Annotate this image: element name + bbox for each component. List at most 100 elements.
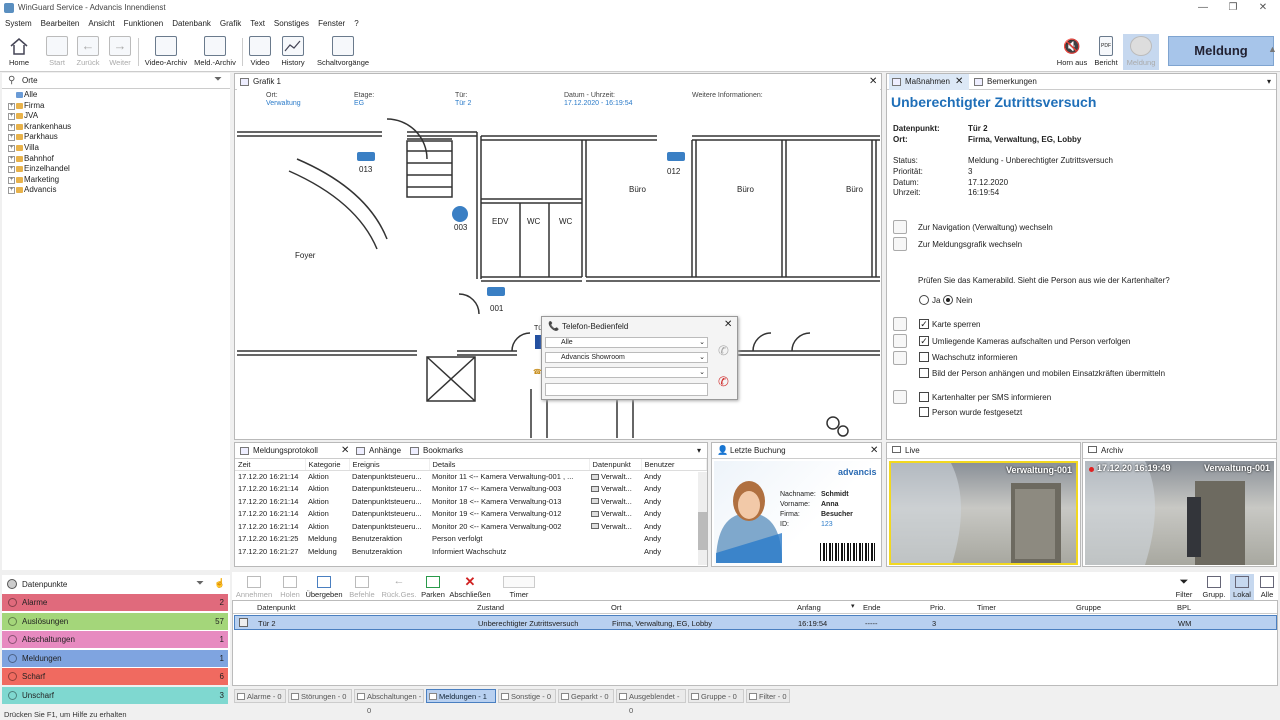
meldung-button[interactable]: Meldung	[1168, 36, 1274, 66]
datapoint-auslösungen[interactable]: Auslösungen 57	[2, 612, 228, 630]
datapoint-abschaltungen[interactable]: Abschaltungen 1	[2, 631, 228, 649]
radio-nein[interactable]	[943, 295, 953, 305]
col-anfang[interactable]: Anfang	[797, 603, 821, 612]
col-ort[interactable]: Ort	[611, 603, 621, 612]
log-row[interactable]: 17.12.20 16:21:25 Meldung Benutzeraktion Pe…	[235, 533, 707, 546]
video-archive-button[interactable]: Video-Archiv	[143, 36, 189, 67]
log-row[interactable]: 17.12.20 16:21:14 Aktion Datenpunktsteueru…	[235, 495, 707, 508]
col-bpl[interactable]: BPL	[1177, 603, 1191, 612]
pickup-icon[interactable]: ✆	[712, 338, 735, 364]
rueckges-button[interactable]: ← Rück.Ges.	[380, 576, 418, 600]
datapoint-unscharf[interactable]: Unscharf 3	[2, 687, 228, 704]
close-graphic-icon[interactable]: ✕	[869, 76, 877, 87]
checkbox-karte-sperren[interactable]: ✓	[919, 319, 929, 329]
report-button[interactable]: PDF Bericht	[1092, 36, 1120, 67]
menu-system[interactable]: System	[0, 16, 36, 28]
camera-label[interactable]: 003	[454, 223, 467, 232]
parken-button[interactable]: Parken	[418, 576, 448, 599]
tab-meldungsprotokoll[interactable]: Meldungsprotokoll	[237, 443, 341, 459]
dropdown-chevron-icon[interactable]: ▾	[697, 446, 701, 455]
col-ende[interactable]: Ende	[863, 603, 881, 612]
datapoint-meldungen[interactable]: Meldungen 1	[2, 649, 228, 667]
checkbox-festgesetzt[interactable]	[919, 407, 929, 417]
tree-item[interactable]: + Firma	[2, 101, 230, 112]
menu-sonstiges[interactable]: Sonstiges	[269, 16, 313, 28]
status-tab-6[interactable]: Ausgeblendet - 0	[616, 689, 686, 715]
tab-grafik-1[interactable]: Grafik 1	[237, 74, 281, 90]
camera-label[interactable]: 013	[359, 165, 372, 174]
col-datenpunkt[interactable]: Datenpunkt	[257, 603, 295, 612]
status-tab-5[interactable]: Geparkt - 0	[558, 689, 614, 703]
group-button[interactable]: Grupp.	[1200, 576, 1228, 599]
col-details[interactable]: Details	[429, 459, 590, 471]
log-row[interactable]: 17.12.20 16:21:27 Meldung Benutzeraktion In…	[235, 545, 707, 558]
start-button[interactable]: Start	[44, 36, 70, 67]
phone-line-select[interactable]: Alle ⌄	[545, 337, 708, 348]
expand-icon[interactable]: +	[8, 134, 15, 142]
forward-button[interactable]: → Weiter	[106, 36, 134, 67]
collapse-chevron-icon[interactable]: ▲	[1268, 44, 1277, 54]
menu-help[interactable]: ?	[349, 16, 362, 28]
tree-item[interactable]: + Einzelhandel	[2, 164, 230, 175]
archive-video-feed[interactable]: 17.12.20 16:19:49 Verwaltung-001	[1085, 461, 1274, 565]
home-button[interactable]: Home	[6, 36, 32, 67]
camera-label[interactable]: 012	[667, 167, 680, 176]
checkbox-bild[interactable]	[919, 368, 929, 378]
tree-item[interactable]: + Marketing	[2, 175, 230, 186]
menu-text[interactable]: Text	[245, 16, 269, 28]
meldung-toolbar-button[interactable]: Meldung	[1123, 34, 1159, 70]
lokal-button[interactable]: Lokal	[1230, 574, 1254, 600]
menu-ansicht[interactable]: Ansicht	[83, 16, 118, 28]
col-benutzer[interactable]: Benutzer	[641, 459, 707, 471]
expand-icon[interactable]: +	[8, 113, 15, 121]
status-tab-8[interactable]: Filter - 0	[746, 689, 790, 703]
phone-contact-select[interactable]: Advancis Showroom ⌄	[545, 352, 708, 363]
live-video-feed[interactable]: Verwaltung-001	[889, 461, 1078, 565]
log-row[interactable]: 17.12.20 16:21:14 Aktion Datenpunktsteueru…	[235, 470, 707, 483]
col-gruppe[interactable]: Gruppe	[1076, 603, 1101, 612]
menu-funktionen[interactable]: Funktionen	[119, 16, 168, 28]
menu-bearbeiten[interactable]: Bearbeiten	[36, 16, 84, 28]
tree-item[interactable]: + Villa	[2, 143, 230, 154]
camera-label[interactable]: 001	[490, 304, 503, 313]
tab-bookmarks[interactable]: Bookmarks	[407, 443, 463, 459]
abschliessen-button[interactable]: ✕ Abschließen	[448, 575, 492, 599]
tree-item[interactable]: + Bahnhof	[2, 154, 230, 165]
tree-item[interactable]: + JVA	[2, 111, 230, 122]
tree-item[interactable]: + Advancis	[2, 185, 230, 196]
radio-ja[interactable]	[919, 295, 929, 305]
datapoint-alarme[interactable]: Alarme 2	[2, 594, 228, 611]
close-phone-icon[interactable]: ✕	[724, 319, 732, 330]
annehmen-button[interactable]: Annehmen	[234, 576, 274, 599]
status-tab-7[interactable]: Gruppe - 0	[688, 689, 744, 703]
checkbox-sms[interactable]	[919, 392, 929, 402]
col-prio[interactable]: Prio.	[930, 603, 945, 612]
hand-icon[interactable]: ☝	[214, 578, 225, 589]
close-tab-icon[interactable]: ✕	[341, 445, 349, 456]
minimize-button[interactable]: —	[1188, 1, 1218, 14]
video-button[interactable]: Video	[247, 36, 273, 67]
col-zeit[interactable]: Zeit	[235, 459, 306, 471]
col-kategorie[interactable]: Kategorie	[305, 459, 350, 471]
filter-icon[interactable]: ⏷	[196, 578, 204, 589]
switching-button[interactable]: Schaltvorgänge	[314, 36, 372, 67]
checkbox-wachschutz[interactable]	[919, 352, 929, 362]
tree-item[interactable]: + Parkhaus	[2, 132, 230, 143]
tab-bemerkungen[interactable]: Bemerkungen	[971, 74, 1037, 90]
tab-anhaenge[interactable]: Anhänge	[353, 443, 401, 459]
expand-icon[interactable]: +	[8, 144, 15, 152]
tree-item[interactable]: + Krankenhaus	[2, 122, 230, 133]
timer-button[interactable]: Timer	[502, 576, 536, 599]
status-tab-0[interactable]: Alarme - 0	[234, 689, 286, 703]
log-row[interactable]: 17.12.20 16:21:14 Aktion Datenpunktsteueru…	[235, 508, 707, 521]
filter-button[interactable]: ⏷ Filter	[1172, 576, 1196, 599]
col-ereignis[interactable]: Ereignis	[349, 459, 430, 471]
log-row[interactable]: 17.12.20 16:21:14 Aktion Datenpunktsteueru…	[235, 520, 707, 533]
log-row[interactable]: 17.12.20 16:21:14 Aktion Datenpunktsteueru…	[235, 483, 707, 496]
close-booking-icon[interactable]: ✕	[870, 445, 878, 456]
expand-icon[interactable]: +	[8, 123, 15, 131]
dropdown-chevron-icon[interactable]: ▾	[1267, 77, 1271, 86]
holen-button[interactable]: Holen	[276, 576, 304, 599]
expand-icon[interactable]: +	[8, 155, 15, 163]
maximize-button[interactable]: ❐	[1218, 1, 1248, 14]
